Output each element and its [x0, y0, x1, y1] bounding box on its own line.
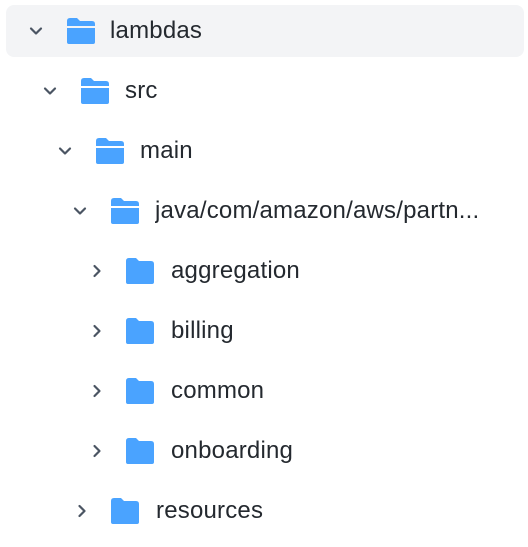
- chevron-right-icon[interactable]: [87, 441, 107, 461]
- chevron-right-icon[interactable]: [72, 501, 92, 521]
- folder-icon: [124, 376, 156, 406]
- folder-icon: [124, 316, 156, 346]
- file-tree: lambdas src main java/com/amazon/aws/par…: [0, 0, 528, 547]
- chevron-down-icon[interactable]: [70, 201, 90, 221]
- chevron-down-icon[interactable]: [40, 81, 60, 101]
- tree-item-label: onboarding: [171, 437, 294, 464]
- tree-item-java-package[interactable]: java/com/amazon/aws/partn...: [6, 185, 524, 237]
- tree-item-label: lambdas: [110, 17, 203, 44]
- folder-open-icon: [65, 16, 97, 46]
- tree-item-label: src: [125, 77, 158, 104]
- tree-item-label: resources: [156, 497, 264, 524]
- tree-item-label: aggregation: [171, 257, 300, 284]
- tree-item-label: common: [171, 377, 265, 404]
- tree-item-label: main: [140, 137, 193, 164]
- tree-item-main[interactable]: main: [6, 125, 524, 177]
- tree-item-resources[interactable]: resources: [6, 485, 524, 537]
- chevron-down-icon[interactable]: [55, 141, 75, 161]
- chevron-down-icon[interactable]: [26, 21, 46, 41]
- folder-icon: [124, 256, 156, 286]
- folder-open-icon: [94, 136, 126, 166]
- chevron-right-icon[interactable]: [87, 381, 107, 401]
- folder-open-icon: [79, 76, 111, 106]
- chevron-right-icon[interactable]: [87, 321, 107, 341]
- tree-item-src[interactable]: src: [6, 65, 524, 117]
- tree-item-billing[interactable]: billing: [6, 305, 524, 357]
- tree-item-label: billing: [171, 317, 234, 344]
- tree-item-aggregation[interactable]: aggregation: [6, 245, 524, 297]
- tree-item-label: java/com/amazon/aws/partn...: [155, 197, 480, 224]
- folder-icon: [109, 496, 141, 526]
- tree-item-onboarding[interactable]: onboarding: [6, 425, 524, 477]
- chevron-right-icon[interactable]: [87, 261, 107, 281]
- folder-open-icon: [109, 196, 141, 226]
- tree-item-common[interactable]: common: [6, 365, 524, 417]
- tree-item-lambdas[interactable]: lambdas: [6, 5, 524, 57]
- folder-icon: [124, 436, 156, 466]
